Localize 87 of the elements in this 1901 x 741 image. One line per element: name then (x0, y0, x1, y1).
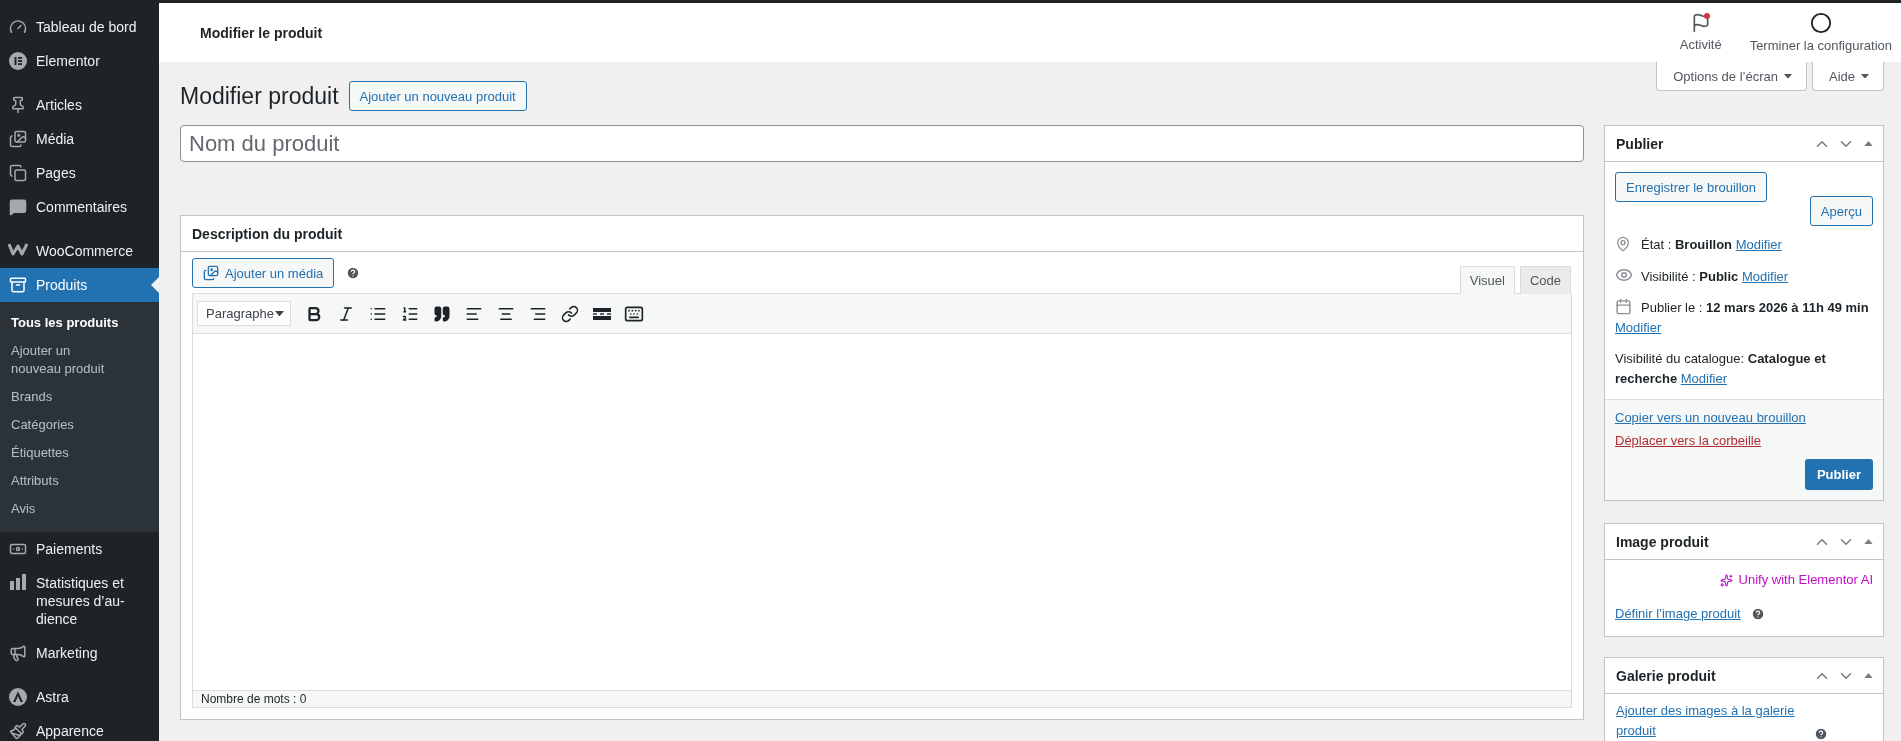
sidebar-item[interactable]: Articles (0, 88, 159, 122)
caret-icon (1861, 73, 1869, 79)
sidebar-item[interactable]: Marketing (0, 636, 159, 670)
publish-detail: État : Brouillon Modifier (1615, 235, 1873, 255)
help-icon[interactable] (1750, 607, 1765, 621)
copy-draft-link[interactable]: Copier vers un nouveau brouillon (1615, 409, 1806, 426)
save-draft-button[interactable]: Enregistrer le brouillon (1615, 172, 1768, 202)
panel-title: Galerie produit (1616, 667, 1716, 684)
sidebar-item[interactable]: Paiements (0, 532, 159, 566)
pin-icon (9, 96, 27, 114)
modify-link[interactable]: Modifier (1741, 269, 1789, 284)
word-count: Nombre de mots : 0 (193, 690, 1571, 707)
read-more-icon (592, 306, 612, 321)
modify-link[interactable]: Modifier (1680, 371, 1728, 386)
calendar-icon (1615, 298, 1632, 315)
sidebar-item[interactable]: Astra (0, 680, 159, 714)
header-title: Modifier le produit (200, 24, 323, 41)
media-icon (203, 265, 219, 281)
panel-title: Publier (1616, 135, 1664, 152)
submenu-item[interactable]: Étiquettes (0, 439, 159, 467)
quote-icon (433, 304, 451, 323)
submenu-item[interactable]: Tous les produits (0, 309, 159, 337)
images-icon (9, 130, 27, 148)
bold-icon (305, 304, 323, 323)
submenu-item[interactable]: Ajouter un nouveau produit (0, 337, 159, 383)
italic-icon (337, 304, 355, 323)
publish-button[interactable]: Publier (1804, 459, 1873, 490)
help-icon[interactable] (1814, 727, 1828, 741)
caret-icon (275, 310, 284, 317)
sidebar-item[interactable]: Produits (0, 268, 159, 302)
gauge-icon (9, 18, 27, 36)
comment-icon (9, 198, 27, 216)
bar-chart-icon (9, 574, 27, 590)
panel-title: Description du produit (192, 225, 343, 242)
trash-link[interactable]: Déplacer vers la corbeille (1615, 432, 1761, 449)
panel-title: Image produit (1616, 533, 1709, 550)
title-field[interactable]: Nom du produit (180, 125, 1584, 162)
pages-icon (9, 164, 27, 182)
screen-meta-tab[interactable]: Aide (1811, 62, 1884, 91)
add-media-button[interactable]: Ajouter un média (192, 258, 335, 288)
selection-notch (151, 277, 159, 293)
sidebar-item[interactable]: Statistiques et mesures d’au-dience (0, 566, 159, 636)
screen-meta-tab[interactable]: Options de l’écran (1656, 62, 1807, 91)
caret-icon (1863, 140, 1873, 147)
add-product-button[interactable]: Ajouter un nouveau produit (348, 81, 527, 111)
triangle-logo-icon (9, 688, 27, 706)
caret-icon (1783, 73, 1792, 79)
circle-logo-icon (9, 52, 27, 70)
header-action[interactable]: Activité (1679, 9, 1722, 56)
paintbrush-icon (9, 722, 27, 740)
megaphone-icon (9, 644, 27, 662)
modify-link[interactable]: Modifier (1615, 320, 1662, 335)
page-heading: Modifier produit (180, 82, 339, 111)
editor-tab[interactable]: Visuel (1459, 266, 1515, 294)
sidebar-item[interactable]: Tableau de bord (0, 10, 159, 44)
set-image-link[interactable]: Définir l’image produit (1615, 604, 1741, 624)
sidebar-item[interactable]: WooCommerce (0, 234, 159, 268)
sidebar-item[interactable]: Commentaires (0, 190, 159, 224)
ai-link[interactable]: Unify with Elementor AI (1719, 570, 1873, 590)
sidebar-item[interactable]: Elementor (0, 44, 159, 78)
eye-icon (1615, 266, 1633, 284)
publish-detail: Visibilité : Public Modifier (1615, 266, 1873, 287)
archive-icon (9, 276, 27, 294)
publish-detail: Publier le : 12 mars 2026 à 11h 49 min Modifier (1615, 298, 1870, 337)
format-select[interactable]: Paragraphe (197, 301, 291, 326)
preview-button[interactable]: Aperçu (1809, 196, 1873, 226)
publish-detail: Visibilité du catalogue: Catalogue et recherche Modifier (1615, 350, 1827, 388)
link-icon (561, 304, 579, 323)
sparkle-icon (1719, 573, 1733, 587)
zigzag-icon (8, 242, 28, 256)
add-images-link[interactable]: Ajouter des images à la galerie produit (1616, 701, 1806, 741)
pin-icon (1615, 236, 1631, 252)
caret-icon (1863, 538, 1873, 545)
sidebar-item[interactable]: Apparence (0, 714, 159, 741)
sidebar-item[interactable]: Média (0, 122, 159, 156)
editor-tab[interactable]: Code (1519, 266, 1571, 294)
header-action[interactable]: Terminer la configuration (1749, 8, 1892, 57)
circle-icon (1809, 12, 1832, 34)
submenu-item[interactable]: Brands (0, 383, 159, 411)
submenu-item[interactable]: Catégories (0, 411, 159, 439)
submenu-item[interactable]: Avis (0, 495, 159, 523)
submenu-item[interactable]: Attributs (0, 467, 159, 495)
modify-link[interactable]: Modifier (1735, 237, 1782, 252)
caret-icon (1863, 672, 1873, 679)
help-icon[interactable] (346, 266, 361, 280)
numbered-list-icon (401, 304, 419, 323)
sidebar-item[interactable]: Pages (0, 156, 159, 190)
